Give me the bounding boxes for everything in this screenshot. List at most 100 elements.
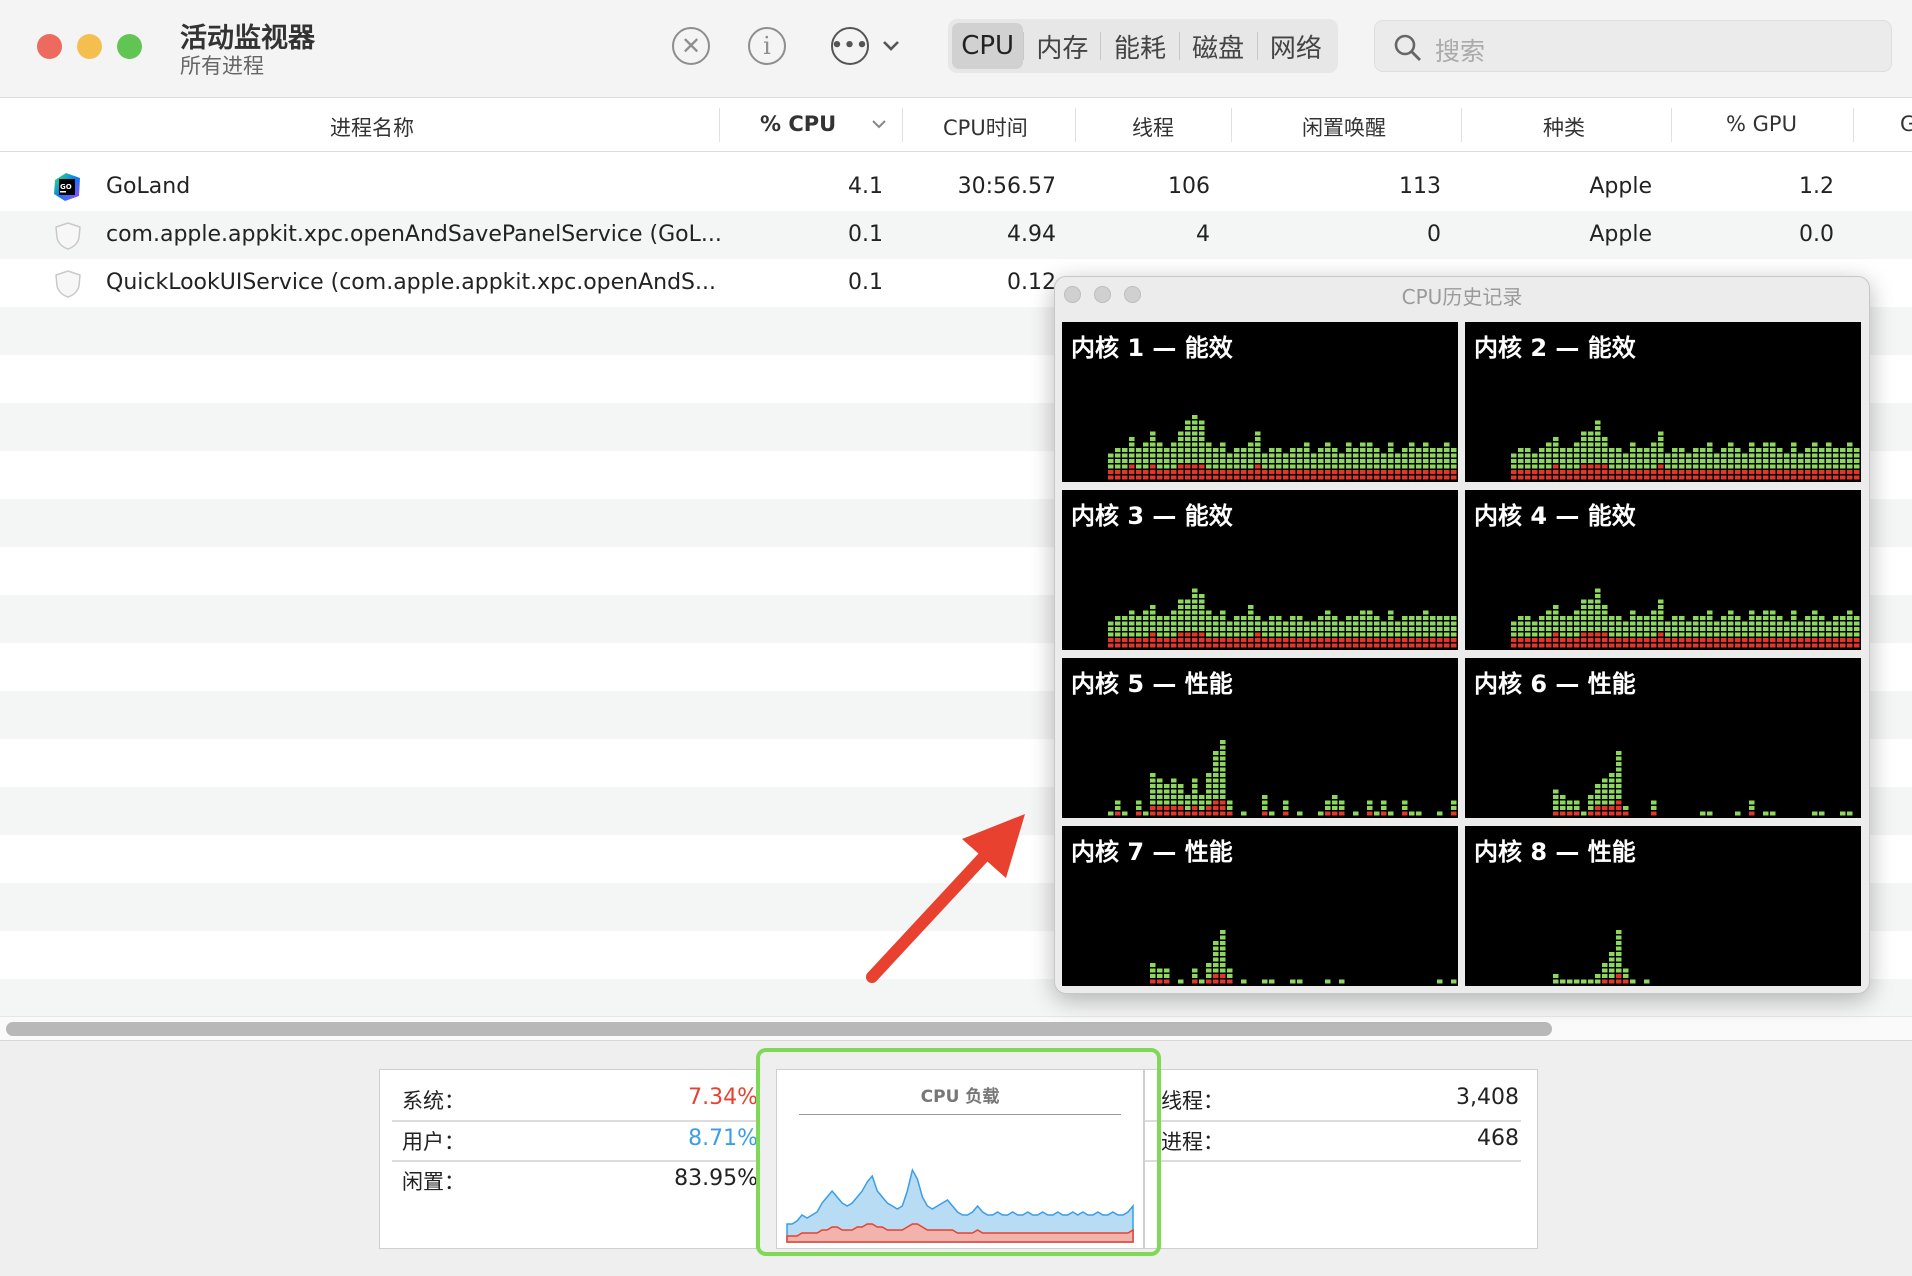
- system-load-cell: [1325, 470, 1331, 474]
- tab-cpu[interactable]: CPU: [952, 23, 1024, 69]
- user-load-cell: [1623, 627, 1629, 631]
- system-load-cell: [1325, 643, 1331, 648]
- user-load-cell: [1122, 627, 1128, 631]
- col-header-name[interactable]: 进程名称: [330, 112, 414, 142]
- col-header-cpu-time[interactable]: CPU时间: [943, 112, 1028, 142]
- user-load-cell: [1700, 616, 1706, 620]
- user-load-cell: [1546, 448, 1552, 452]
- col-header-gpu[interactable]: % GPU: [1726, 112, 1797, 136]
- system-load-cell: [1248, 475, 1254, 480]
- search-field[interactable]: 搜索: [1374, 20, 1892, 72]
- user-load-cell: [1164, 627, 1170, 631]
- user-load-cell: [1346, 442, 1352, 447]
- user-load-cell: [1749, 453, 1755, 458]
- system-load-cell: [1220, 643, 1226, 648]
- system-load-cell: [1115, 470, 1121, 474]
- system-load-cell: [1192, 470, 1198, 474]
- system-load-cell: [1255, 470, 1261, 474]
- user-load-cell: [1658, 599, 1664, 604]
- system-load-cell: [1129, 475, 1135, 480]
- user-load-cell: [1192, 459, 1198, 463]
- user-load-cell: [1220, 627, 1226, 631]
- user-load-cell: [1539, 464, 1545, 469]
- user-load-cell: [1721, 627, 1727, 631]
- annotation-arrow: [866, 814, 1025, 983]
- user-load-cell: [1220, 952, 1226, 956]
- user-load-cell: [1416, 616, 1422, 620]
- user-load-cell: [1511, 459, 1517, 463]
- user-load-cell: [1150, 621, 1156, 626]
- tab-memory[interactable]: 内存: [1024, 23, 1100, 69]
- user-load-cell: [1679, 453, 1685, 458]
- col-header-threads[interactable]: 线程: [1132, 112, 1174, 142]
- user-load-cell: [1171, 616, 1177, 620]
- system-load-cell: [1318, 643, 1324, 648]
- system-load-cell: [1791, 638, 1797, 642]
- user-load-cell: [1122, 448, 1128, 452]
- col-header-cpu[interactable]: % CPU: [760, 112, 836, 136]
- table-row[interactable]: GO GoLand 4.1 30:56.57 106 113 Apple 1.2: [0, 152, 1912, 201]
- user-load-cell: [1721, 448, 1727, 452]
- user-load-cell: [1763, 621, 1769, 626]
- info-button[interactable]: i: [748, 27, 786, 65]
- system-load-cell: [1826, 475, 1832, 480]
- col-header-idle-wakeups[interactable]: 闲置唤醒: [1302, 112, 1386, 142]
- user-load-cell: [1367, 464, 1373, 469]
- search-input[interactable]: 搜索: [1435, 32, 1485, 68]
- cpu-history-window[interactable]: CPU历史记录 内核 1 — 能效 内核 2 — 能效 内核 3 — 能效 内核 4 …: [1054, 276, 1870, 994]
- tab-disk[interactable]: 磁盘: [1180, 23, 1257, 69]
- system-load-cell: [1185, 811, 1191, 816]
- more-actions-button[interactable]: •••: [831, 27, 869, 65]
- table-row[interactable]: com.apple.appkit.xpc.openAndSavePanelSer…: [0, 211, 1912, 259]
- user-load-cell: [1129, 632, 1135, 637]
- system-load-cell: [1511, 643, 1517, 648]
- user-load-cell: [1763, 464, 1769, 469]
- system-load-cell: [1255, 475, 1261, 480]
- user-load-cell: [1192, 442, 1198, 447]
- user-load-cell: [1255, 459, 1261, 463]
- user-load-cell: [1672, 459, 1678, 463]
- minimize-window-button[interactable]: [77, 34, 102, 59]
- chevron-down-icon[interactable]: [882, 39, 900, 53]
- user-load-cell: [1339, 806, 1345, 810]
- user-load-cell: [1665, 453, 1671, 458]
- user-load-cell: [1546, 453, 1552, 458]
- stop-process-button[interactable]: ✕: [672, 27, 710, 65]
- user-load-cell: [1728, 442, 1734, 447]
- tab-network[interactable]: 网络: [1258, 23, 1334, 69]
- user-load-cell: [1283, 627, 1289, 631]
- system-load-cell: [1791, 643, 1797, 648]
- tab-energy[interactable]: 能耗: [1101, 23, 1178, 69]
- user-load-cell: [1234, 448, 1240, 452]
- col-header-gpu-time[interactable]: G: [1900, 112, 1912, 136]
- user-load-cell: [1609, 453, 1615, 458]
- user-load-cell: [1588, 437, 1594, 441]
- horizontal-scrollbar[interactable]: [0, 1016, 1912, 1040]
- system-load-cell: [1437, 470, 1443, 474]
- user-load-cell: [1819, 811, 1825, 816]
- user-load-cell: [1735, 464, 1741, 469]
- user-load-cell: [1374, 627, 1380, 631]
- close-window-button[interactable]: [37, 34, 62, 59]
- user-load-cell: [1276, 459, 1282, 463]
- user-load-cell: [1150, 800, 1156, 805]
- zoom-window-button[interactable]: [117, 34, 142, 59]
- user-load-cell: [1574, 627, 1580, 631]
- user-load-cell: [1616, 621, 1622, 626]
- system-load-cell: [1234, 470, 1240, 474]
- system-load-cell: [1262, 475, 1268, 480]
- user-load-cell: [1833, 453, 1839, 458]
- system-load-cell: [1756, 643, 1762, 648]
- system-load-cell: [1686, 643, 1692, 648]
- user-load-cell: [1332, 800, 1338, 805]
- user-load-cell: [1290, 459, 1296, 463]
- scrollbar-thumb[interactable]: [6, 1022, 1552, 1036]
- system-load-cell: [1150, 638, 1156, 642]
- user-load-cell: [1546, 610, 1552, 615]
- system-load-cell: [1798, 470, 1804, 474]
- user-load-cell: [1819, 453, 1825, 458]
- process-name: GoLand: [106, 174, 191, 199]
- col-header-kind[interactable]: 种类: [1543, 112, 1585, 142]
- system-load-cell: [1700, 643, 1706, 648]
- user-load-cell: [1840, 627, 1846, 631]
